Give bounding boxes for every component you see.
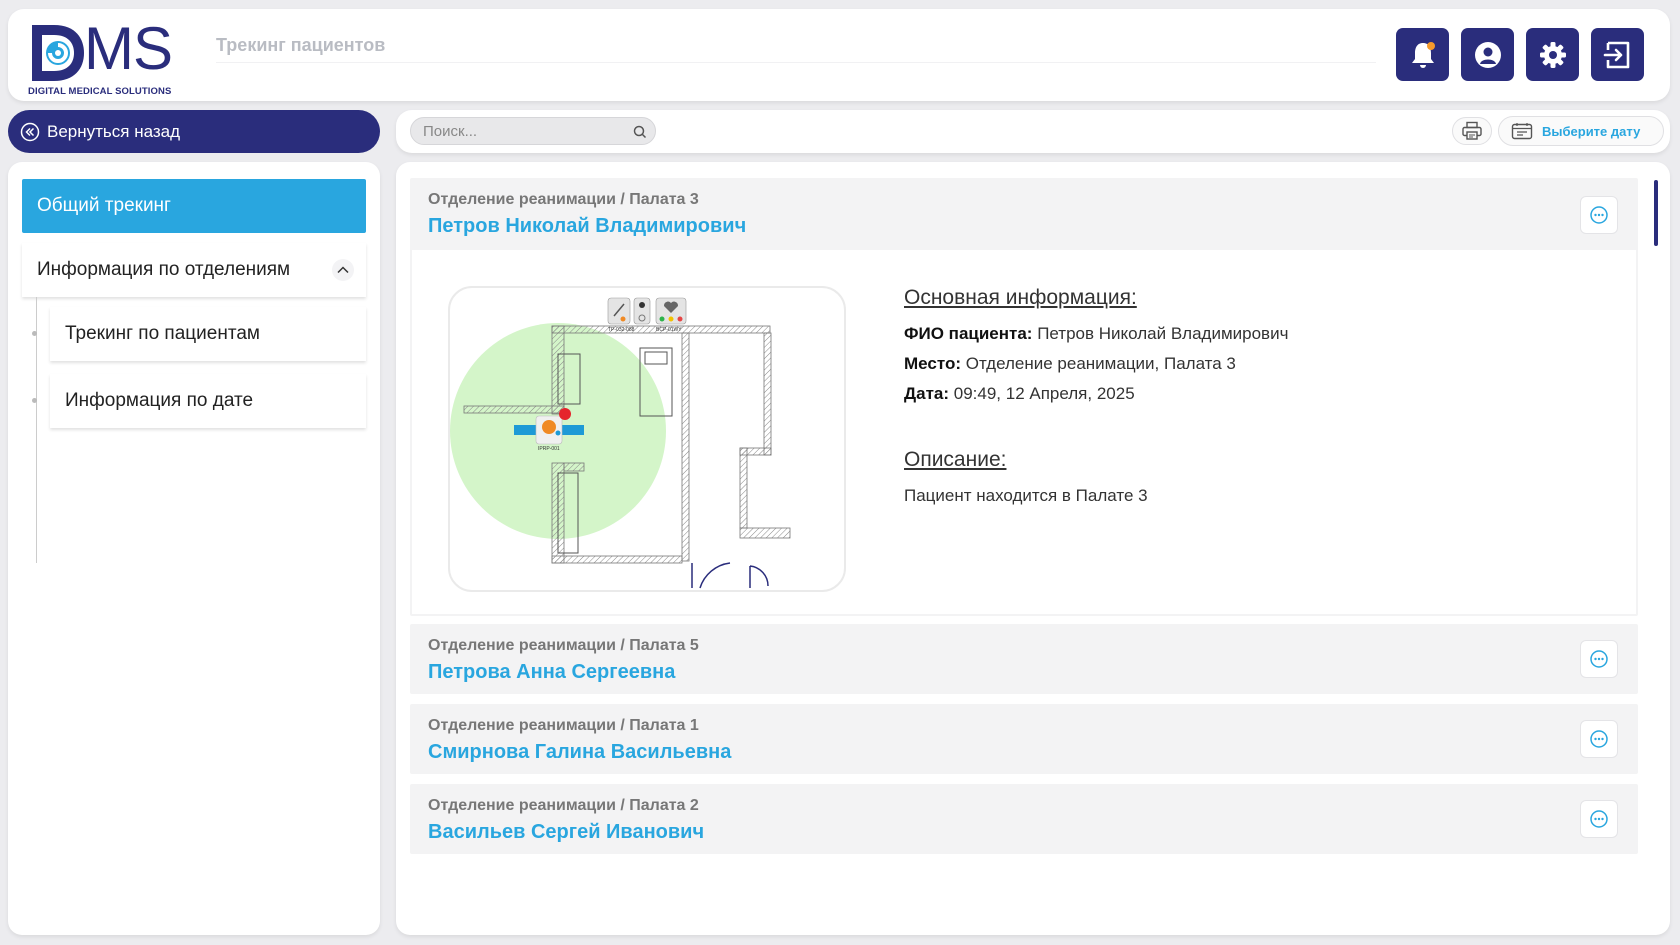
logo-mark-icon bbox=[32, 25, 84, 81]
nav-general-tracking[interactable]: Общий трекинг bbox=[22, 179, 366, 233]
patient-location: Отделение реанимации / Палата 5 bbox=[428, 637, 699, 654]
toolbar: Выберите дату bbox=[396, 110, 1670, 153]
nav-department-info[interactable]: Информация по отделениям bbox=[22, 243, 366, 297]
back-button-label: Вернуться назад bbox=[47, 121, 181, 141]
logo-subtitle: DIGITAL MEDICAL SOLUTIONS bbox=[28, 86, 172, 97]
header-divider bbox=[216, 62, 1376, 63]
scrollbar[interactable] bbox=[1654, 180, 1658, 246]
more-options-button[interactable] bbox=[1580, 640, 1618, 678]
bell-icon bbox=[1411, 41, 1435, 68]
basic-info-heading: Основная информация: bbox=[904, 286, 1137, 309]
date-label: Дата: bbox=[904, 384, 950, 403]
place-value: Отделение реанимации, Палата 3 bbox=[965, 354, 1236, 373]
back-button[interactable]: Вернуться назад bbox=[8, 110, 380, 153]
patient-card-expanded: Отделение реанимации / Палата 3 Петров Н… bbox=[410, 178, 1638, 616]
profile-button[interactable] bbox=[1461, 28, 1514, 81]
device-icon bbox=[607, 297, 687, 325]
date-row: Дата: 09:49, 12 Апреля, 2025 bbox=[904, 384, 1288, 404]
search-box bbox=[410, 117, 656, 145]
print-button[interactable] bbox=[1452, 117, 1492, 145]
calendar-icon bbox=[1511, 123, 1533, 140]
date-value: 09:49, 12 Апреля, 2025 bbox=[953, 384, 1135, 403]
more-dots-icon bbox=[1590, 810, 1608, 828]
description-heading: Описание: bbox=[904, 448, 1007, 471]
nav-department-info-label: Информация по отделениям bbox=[37, 259, 291, 280]
tree-node-dot bbox=[32, 398, 37, 403]
logo-text: MS bbox=[84, 15, 173, 82]
patient-location: Отделение реанимации / Палата 2 bbox=[428, 797, 699, 814]
tree-node-dot bbox=[32, 331, 37, 336]
search-input[interactable] bbox=[423, 122, 623, 140]
app-header: MS DIGITAL MEDICAL SOLUTIONS Трекинг пац… bbox=[8, 9, 1670, 101]
more-dots-icon bbox=[1590, 206, 1608, 224]
patient-card[interactable]: Отделение реанимации / Палата 2 Васильев… bbox=[410, 784, 1638, 854]
patient-name[interactable]: Петрова Анна Сергеевна bbox=[428, 661, 675, 684]
patient-details: TP-032-088 BCP-01WY IPRP-001 Основная ин… bbox=[412, 250, 1636, 614]
device-label: IPRP-001 bbox=[538, 446, 560, 452]
double-chevron-left-icon bbox=[20, 122, 40, 142]
nav-date-info[interactable]: Информация по дате bbox=[50, 374, 366, 428]
nav-patient-tracking[interactable]: Трекинг по пациентам bbox=[50, 307, 366, 361]
device-label: BCP-01WY bbox=[656, 327, 682, 333]
printer-icon bbox=[1462, 121, 1482, 140]
date-picker-button[interactable]: Выберите дату bbox=[1498, 116, 1664, 146]
floor-plan-map[interactable]: TP-032-088 BCP-01WY IPRP-001 bbox=[448, 286, 846, 592]
search-icon[interactable] bbox=[633, 125, 647, 139]
fio-label: ФИО пациента: bbox=[904, 324, 1033, 343]
logout-icon bbox=[1603, 41, 1629, 68]
user-icon bbox=[1474, 41, 1501, 68]
patient-location: Отделение реанимации / Палата 3 bbox=[428, 191, 699, 208]
more-options-button[interactable] bbox=[1580, 800, 1618, 838]
more-options-button[interactable] bbox=[1580, 196, 1618, 234]
more-dots-icon bbox=[1590, 650, 1608, 668]
description-text: Пациент находится в Палате 3 bbox=[904, 486, 1148, 505]
settings-button[interactable] bbox=[1526, 28, 1579, 81]
date-picker-label: Выберите дату bbox=[1542, 123, 1641, 139]
patient-list-panel: Отделение реанимации / Палата 3 Петров Н… bbox=[396, 162, 1670, 935]
patient-name[interactable]: Смирнова Галина Васильевна bbox=[428, 741, 731, 764]
place-label: Место: bbox=[904, 354, 961, 373]
patient-location: Отделение реанимации / Палата 1 bbox=[428, 717, 699, 734]
patient-card[interactable]: Отделение реанимации / Палата 1 Смирнова… bbox=[410, 704, 1638, 774]
more-options-button[interactable] bbox=[1580, 720, 1618, 758]
fio-row: ФИО пациента: Петров Николай Владимирови… bbox=[904, 324, 1288, 344]
chevron-up-icon[interactable] bbox=[332, 259, 354, 281]
fio-value: Петров Николай Владимирович bbox=[1037, 324, 1289, 343]
patient-name[interactable]: Петров Николай Владимирович bbox=[428, 215, 746, 238]
more-dots-icon bbox=[1590, 730, 1608, 748]
page-title: Трекинг пациентов bbox=[216, 35, 386, 55]
sidebar: Общий трекинг Информация по отделениям Т… bbox=[8, 162, 380, 935]
place-row: Место: Отделение реанимации, Палата 3 bbox=[904, 354, 1288, 374]
device-label: TP-032-088 bbox=[608, 327, 635, 333]
logout-button[interactable] bbox=[1591, 28, 1644, 81]
notifications-button[interactable] bbox=[1396, 28, 1449, 81]
patient-name[interactable]: Васильев Сергей Иванович bbox=[428, 821, 704, 844]
patient-info: Основная информация: ФИО пациента: Петро… bbox=[904, 286, 1288, 516]
patient-card[interactable]: Отделение реанимации / Палата 5 Петрова … bbox=[410, 624, 1638, 694]
tree-connector bbox=[36, 297, 37, 563]
dms-logo[interactable]: MS DIGITAL MEDICAL SOLUTIONS bbox=[28, 17, 203, 99]
gear-icon bbox=[1539, 41, 1566, 68]
